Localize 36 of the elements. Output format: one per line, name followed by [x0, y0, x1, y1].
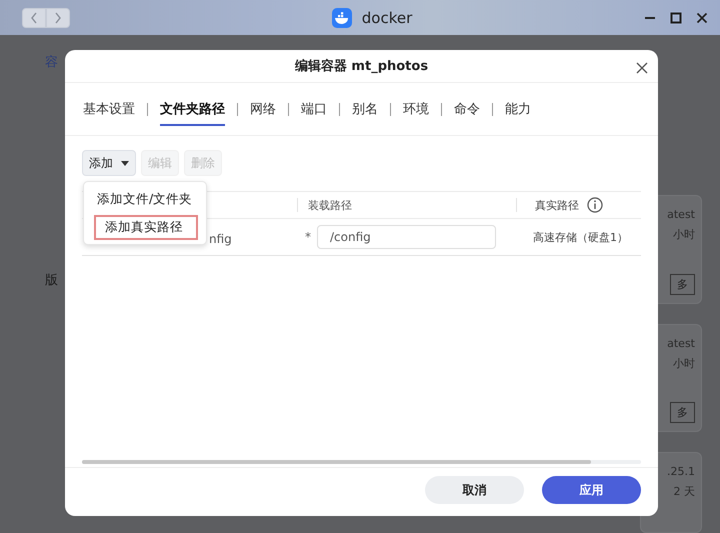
- required-mark: *: [305, 230, 311, 244]
- mount-path-field[interactable]: /config: [317, 225, 496, 249]
- card-text: atest: [667, 336, 695, 350]
- menu-item[interactable]: 添加真实路径: [94, 215, 198, 240]
- chevron-right-icon: [54, 12, 62, 24]
- tab[interactable]: 文件夹路径: [160, 92, 225, 126]
- column-header: 装载路径: [308, 198, 352, 212]
- table-cell: 高速存储（硬盘1）: [533, 230, 628, 244]
- maximize-icon[interactable]: [670, 12, 682, 24]
- card-text: .25.1: [667, 465, 695, 478]
- tab[interactable]: 别名: [352, 92, 378, 126]
- tab[interactable]: 能力: [505, 92, 531, 126]
- menu-item[interactable]: 添加文件/文件夹: [90, 187, 197, 212]
- cancel-button[interactable]: 取消: [425, 476, 524, 504]
- tab[interactable]: 基本设置: [83, 92, 135, 126]
- card-text: 小时: [673, 227, 695, 242]
- tab[interactable]: 命令: [454, 92, 480, 126]
- card-text: 小时: [673, 356, 695, 371]
- tab[interactable]: 环境: [403, 92, 429, 126]
- chevron-left-icon: [30, 12, 38, 24]
- whale-icon: [332, 8, 352, 28]
- tab[interactable]: 网络: [250, 92, 276, 126]
- caret-icon: [121, 160, 129, 166]
- window-title: docker: [362, 8, 412, 26]
- apply-button[interactable]: 应用: [542, 476, 641, 504]
- card-text: atest: [667, 208, 695, 221]
- column-header: 真实路径: [535, 198, 579, 212]
- table-cell: nfig: [209, 232, 232, 246]
- add-dropdown-button[interactable]: 添加: [82, 150, 136, 176]
- close-icon[interactable]: [636, 62, 648, 74]
- close-icon[interactable]: [696, 12, 708, 24]
- tab[interactable]: 端口: [301, 92, 327, 126]
- scrollbar[interactable]: [82, 460, 641, 464]
- info-icon[interactable]: [587, 197, 603, 213]
- card-text: 2 天: [674, 484, 695, 500]
- dialog-title: 编辑容器 mt_photos: [294, 58, 428, 75]
